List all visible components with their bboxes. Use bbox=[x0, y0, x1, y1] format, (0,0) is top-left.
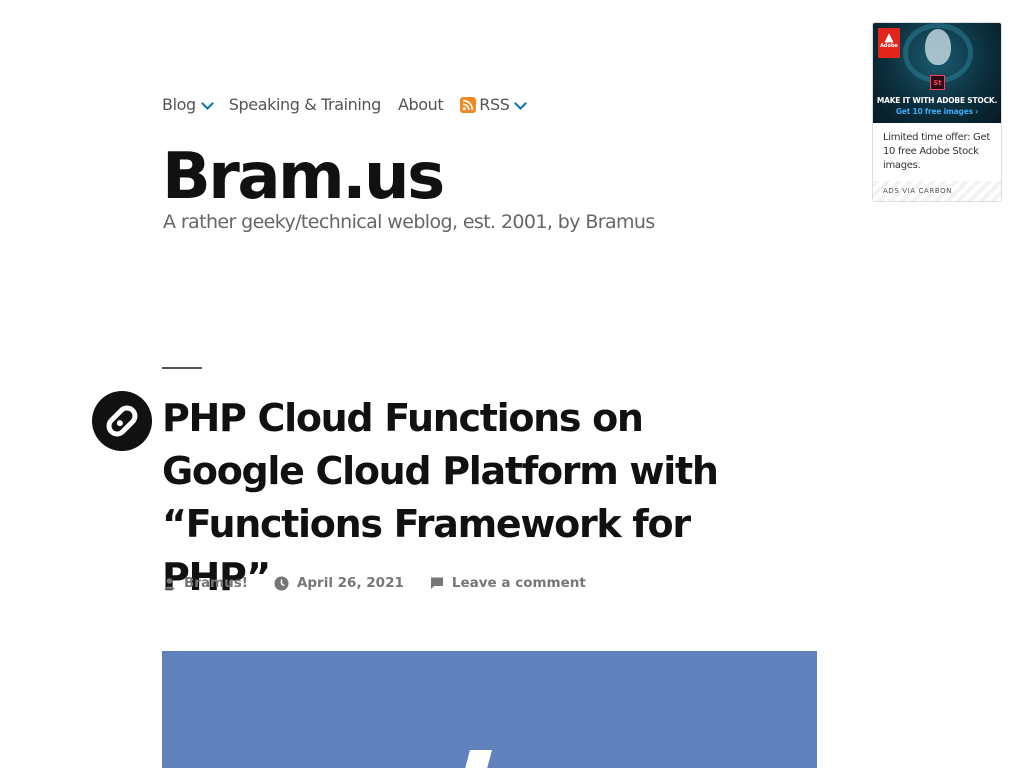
featured-image-shape bbox=[461, 750, 493, 768]
adobe-stock-icon: St bbox=[930, 75, 945, 90]
ad-headline: MAKE IT WITH ADOBE STOCK. bbox=[876, 96, 998, 105]
main-navigation: Blog Speaking & Training About RSS bbox=[162, 93, 542, 117]
nav-item-label: RSS bbox=[479, 95, 510, 114]
post-title[interactable]: PHP Cloud Functions on Google Cloud Plat… bbox=[162, 392, 782, 604]
nav-item-label: Blog bbox=[162, 95, 196, 114]
rss-icon bbox=[460, 97, 477, 113]
chevron-down-icon bbox=[200, 96, 214, 110]
post-author[interactable]: Bramus! bbox=[163, 575, 248, 591]
divider bbox=[162, 367, 202, 369]
ad-image[interactable]: ▲ Adobe St MAKE IT WITH ADOBE STOCK. Get… bbox=[873, 23, 1001, 123]
site-description: A rather geeky/technical weblog, est. 20… bbox=[163, 211, 655, 233]
post-comments-text: Leave a comment bbox=[451, 575, 586, 591]
post-date-text: April 26, 2021 bbox=[296, 575, 404, 591]
carbon-ad: ▲ Adobe St MAKE IT WITH ADOBE STOCK. Get… bbox=[872, 22, 1002, 202]
nav-item-label: About bbox=[397, 95, 444, 114]
post-date[interactable]: April 26, 2021 bbox=[274, 575, 404, 591]
clock-icon bbox=[274, 576, 289, 590]
page: Blog Speaking & Training About RSS Bram.… bbox=[0, 0, 1024, 768]
nav-item-label: Speaking & Training bbox=[228, 95, 382, 114]
post-comments-link[interactable]: Leave a comment bbox=[430, 575, 586, 591]
link-icon bbox=[92, 391, 152, 451]
ad-image-face bbox=[925, 29, 951, 65]
comment-icon bbox=[430, 577, 443, 589]
nav-item-blog[interactable]: Blog bbox=[162, 93, 214, 117]
post-meta: Bramus! April 26, 2021 Leave a comment bbox=[163, 575, 612, 591]
site-title[interactable]: Bram.us bbox=[162, 136, 445, 218]
post-author-name: Bramus! bbox=[184, 575, 248, 591]
nav-item-speaking-training[interactable]: Speaking & Training bbox=[228, 93, 382, 117]
ad-logo-text: Adobe bbox=[880, 43, 898, 49]
ad-cta: Get 10 free images › bbox=[895, 107, 979, 116]
chevron-down-icon bbox=[514, 96, 528, 110]
nav-item-about[interactable]: About bbox=[397, 93, 444, 117]
adobe-a-mark: ▲ bbox=[884, 30, 894, 44]
person-icon bbox=[164, 577, 175, 589]
featured-image[interactable] bbox=[162, 651, 817, 768]
ad-via-carbon[interactable]: ADS VIA CARBON bbox=[873, 181, 1001, 201]
ad-text[interactable]: Limited time offer: Get 10 free Adobe St… bbox=[883, 131, 995, 173]
adobe-logo-icon: ▲ Adobe bbox=[878, 28, 900, 58]
nav-item-rss[interactable]: RSS bbox=[460, 93, 528, 117]
